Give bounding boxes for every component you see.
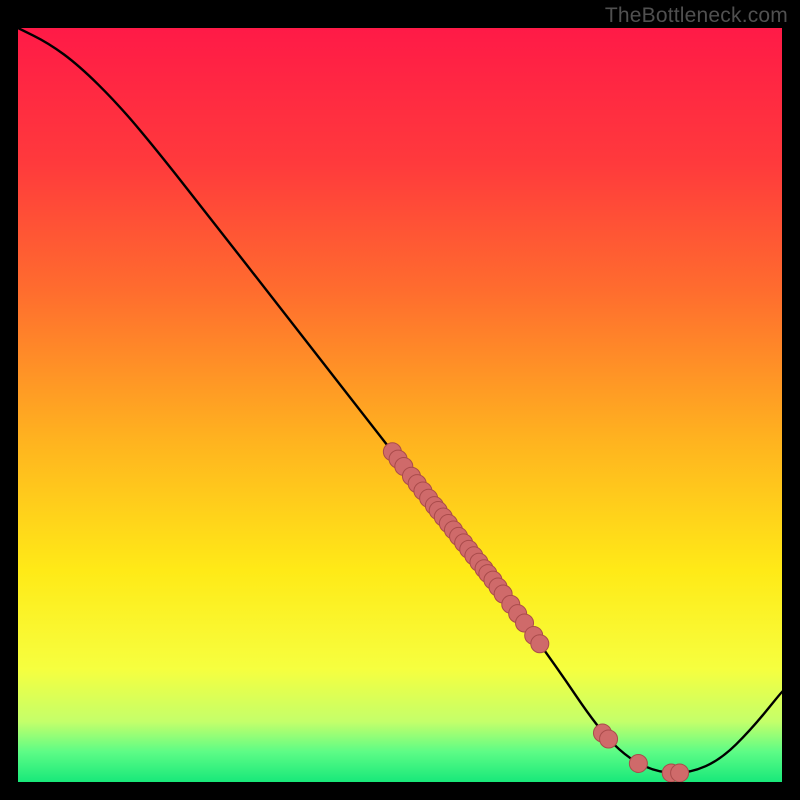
data-dot bbox=[600, 730, 618, 748]
plot-svg bbox=[18, 28, 782, 782]
data-dot bbox=[531, 635, 549, 653]
watermark-text: TheBottleneck.com bbox=[605, 4, 788, 28]
data-dot bbox=[671, 764, 689, 782]
chart-stage: TheBottleneck.com bbox=[0, 0, 800, 800]
gradient-background bbox=[18, 28, 782, 782]
data-dot bbox=[629, 754, 647, 772]
plot-area bbox=[18, 28, 782, 782]
